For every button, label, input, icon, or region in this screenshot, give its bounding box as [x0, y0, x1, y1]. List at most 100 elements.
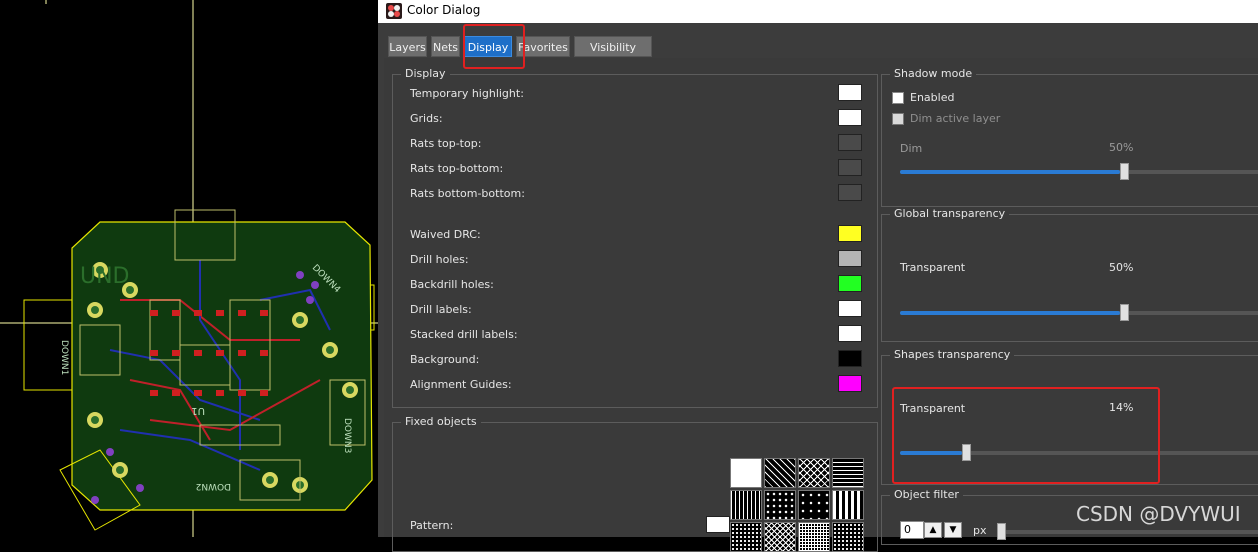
pcb-via — [91, 496, 99, 504]
pcb-smd-pad — [150, 350, 158, 356]
display-item-label: Rats top-bottom: — [410, 162, 504, 175]
tab-nets[interactable]: Nets — [431, 36, 460, 57]
pcb-via — [306, 296, 314, 304]
display-item-label: Rats bottom-bottom: — [410, 187, 525, 200]
object-filter-input[interactable]: 0 — [900, 521, 924, 539]
enabled-checkbox[interactable] — [892, 92, 904, 104]
pcb-silk-text: U1 — [191, 405, 205, 416]
pcb-pad-hole — [91, 306, 99, 314]
tab-display[interactable]: Display — [464, 36, 512, 57]
pcb-layout-drawing: UND DOWN1 DOWN4 DOWN3 DOWN2 U1 — [0, 0, 378, 537]
pcb-pad-hole — [116, 466, 124, 474]
pattern-option[interactable] — [798, 490, 830, 520]
global-transparency-slider-handle[interactable] — [1120, 304, 1129, 321]
display-item-label: Drill holes: — [410, 253, 469, 266]
shapes-transparency-slider-fill — [900, 451, 962, 455]
dim-slider[interactable] — [900, 163, 1258, 180]
global-transparency-title: Global transparency — [890, 207, 1010, 220]
global-transparent-label: Transparent — [900, 261, 966, 274]
pcb-pad-hole — [91, 416, 99, 424]
object-filter-unit: px — [973, 524, 987, 537]
pattern-option[interactable] — [798, 458, 830, 488]
display-item-color-swatch[interactable] — [838, 134, 862, 151]
pattern-option[interactable] — [798, 522, 830, 552]
display-item-color-swatch[interactable] — [838, 184, 862, 201]
pattern-option[interactable] — [730, 458, 762, 488]
pattern-color-swatch[interactable] — [706, 516, 730, 533]
pcb-smd-pad — [216, 310, 224, 316]
decrement-button[interactable]: ▼ — [944, 522, 962, 538]
pcb-canvas[interactable]: UND DOWN1 DOWN4 DOWN3 DOWN2 U1 — [0, 0, 378, 537]
global-transparency-slider[interactable] — [900, 304, 1258, 321]
display-item-color-swatch[interactable] — [838, 84, 862, 101]
display-item-label: Alignment Guides: — [410, 378, 512, 391]
display-item-label: Temporary highlight: — [410, 87, 524, 100]
pcb-via — [311, 281, 319, 289]
dim-value: 50% — [1109, 141, 1134, 154]
display-item-color-swatch[interactable] — [838, 275, 862, 292]
pcb-silk-text: DOWN1 — [59, 340, 69, 375]
display-item-color-swatch[interactable] — [838, 159, 862, 176]
pcb-smd-pad — [216, 390, 224, 396]
component-outline — [23, 299, 80, 391]
pattern-option[interactable] — [832, 458, 864, 488]
pcb-smd-pad — [150, 390, 158, 396]
pcb-silk-text: DOWN3 — [342, 418, 352, 453]
shapes-transparency-title: Shapes transparency — [890, 348, 1015, 361]
tab-content-panel: Display Temporary highlight: Grids: Rats t… — [384, 58, 1258, 552]
pattern-option[interactable] — [764, 522, 796, 552]
display-item-label: Stacked drill labels: — [410, 328, 518, 341]
display-item-label: Drill labels: — [410, 303, 472, 316]
shapes-transparency-group: Shapes transparency Transparent 14% — [881, 348, 1258, 485]
pattern-option[interactable] — [764, 458, 796, 488]
dim-active-layer-checkbox[interactable] — [892, 113, 904, 125]
window-title: Color Dialog — [407, 3, 481, 17]
tab-visibility-pane[interactable]: Visibility Pane — [574, 36, 652, 75]
shapes-transparent-label: Transparent — [900, 402, 966, 415]
shapes-transparency-slider-handle[interactable] — [962, 444, 971, 461]
pattern-option[interactable] — [764, 490, 796, 520]
shadow-mode-group: Shadow mode Enabled Dim active layer Dim… — [881, 67, 1258, 207]
tab-favorites[interactable]: Favorites — [516, 36, 570, 57]
tab-layers[interactable]: Layers — [388, 36, 427, 57]
fixed-objects-group: Fixed objects Pattern: — [392, 415, 878, 552]
pcb-smd-pad — [172, 350, 180, 356]
pcb-via — [136, 484, 144, 492]
enabled-label: Enabled — [910, 91, 955, 104]
display-item-color-swatch[interactable] — [838, 325, 862, 342]
pcb-smd-pad — [260, 310, 268, 316]
display-item-color-swatch[interactable] — [838, 300, 862, 317]
pcb-pad-hole — [326, 346, 334, 354]
pattern-option[interactable] — [730, 490, 762, 520]
dim-slider-handle[interactable] — [1120, 163, 1129, 180]
pattern-option[interactable] — [730, 522, 762, 552]
pattern-option[interactable] — [832, 522, 864, 552]
object-filter-slider-handle[interactable] — [997, 523, 1006, 540]
pcb-smd-pad — [172, 390, 180, 396]
display-item-label: Waived DRC: — [410, 228, 481, 241]
display-item-color-swatch[interactable] — [838, 109, 862, 126]
pcb-smd-pad — [260, 350, 268, 356]
display-item-color-swatch[interactable] — [838, 375, 862, 392]
display-item-color-swatch[interactable] — [838, 350, 862, 367]
display-item-color-swatch[interactable] — [838, 225, 862, 242]
display-group-title: Display — [401, 67, 450, 80]
shapes-transparent-value: 14% — [1109, 401, 1134, 414]
dim-slider-fill — [900, 170, 1120, 174]
title-bar[interactable]: Color Dialog — [378, 0, 1258, 23]
global-transparent-value: 50% — [1109, 261, 1134, 274]
object-filter-title: Object filter — [890, 488, 963, 501]
global-transparency-slider-fill — [900, 311, 1120, 315]
pcb-smd-pad — [194, 310, 202, 316]
dim-active-layer-label: Dim active layer — [910, 112, 1001, 125]
pattern-option[interactable] — [832, 490, 864, 520]
display-item-color-swatch[interactable] — [838, 250, 862, 267]
pcb-smd-pad — [238, 350, 246, 356]
object-filter-slider[interactable] — [997, 523, 1258, 540]
pcb-silk-text: UND — [80, 264, 130, 289]
increment-button[interactable]: ▲ — [924, 522, 942, 538]
pcb-via — [106, 448, 114, 456]
pcb-pad-hole — [266, 476, 274, 484]
shapes-transparency-slider[interactable] — [900, 444, 1258, 461]
display-item-label: Background: — [410, 353, 480, 366]
